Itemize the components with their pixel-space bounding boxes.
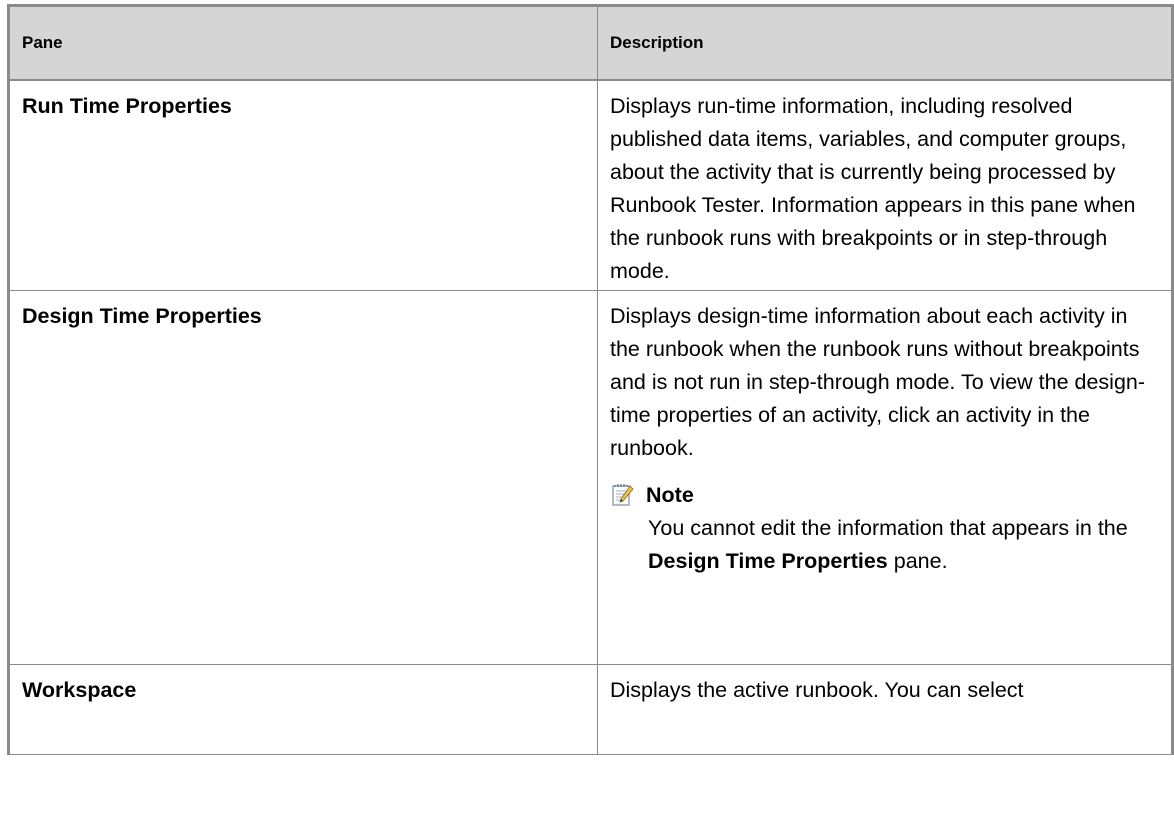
note-pencil-icon [612,483,634,507]
pane-name: Run Time Properties [22,93,232,118]
note-text: You cannot edit the information that app… [648,515,1128,573]
description-cell: Displays design-time information about e… [597,289,1173,665]
table-header-row: Pane Description [8,5,1173,81]
table-row: Design Time Properties Displays design-t… [8,289,1173,665]
panes-table: Pane Description Run Time Properties Dis… [7,4,1174,755]
note-title: Note [646,482,694,507]
description-text: Displays the active runbook. You can sel… [610,677,1024,702]
description-text: Displays run-time information, including… [610,93,1136,283]
description-cell: Displays run-time information, including… [597,79,1173,291]
note-bold-term: Design Time Properties [648,548,888,573]
pane-name: Workspace [22,677,137,702]
note-header: Note [610,479,1159,512]
description-text: Displays design-time information about e… [610,303,1146,460]
pane-cell: Workspace [8,663,598,755]
pane-name: Design Time Properties [22,303,262,328]
column-header-pane: Pane [8,5,598,81]
table-row: Run Time Properties Displays run-time in… [8,79,1173,291]
pane-cell: Run Time Properties [8,79,598,291]
description-cell: Displays the active runbook. You can sel… [597,663,1173,755]
pane-cell: Design Time Properties [8,289,598,665]
note-callout: Note You cannot edit the information tha… [610,479,1159,584]
table-row: Workspace Displays the active runbook. Y… [8,663,1173,755]
column-header-description: Description [597,5,1173,81]
